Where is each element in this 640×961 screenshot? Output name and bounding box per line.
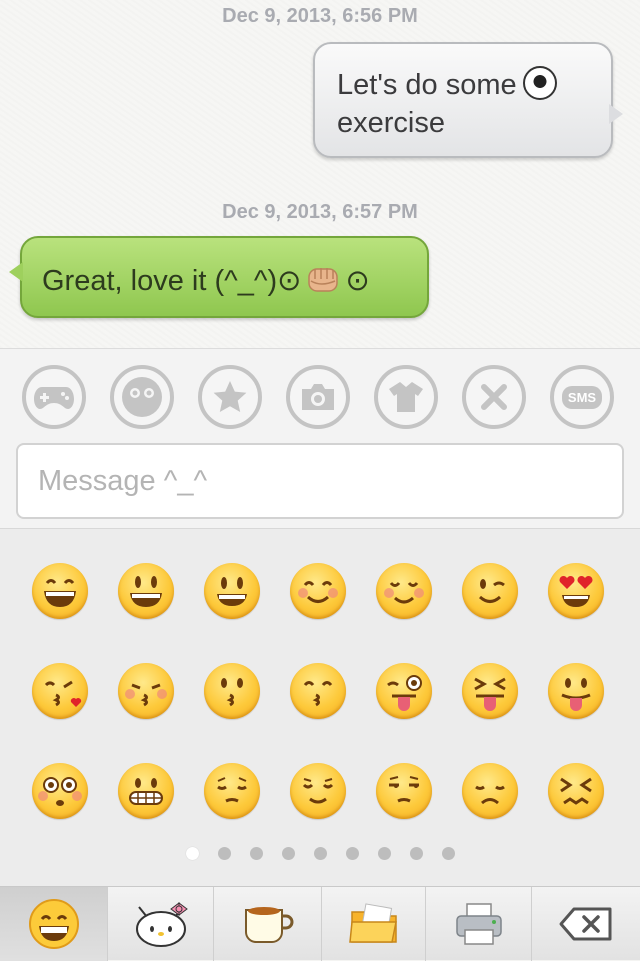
pensive-face-icon[interactable] [204, 763, 260, 819]
message-timestamp: Dec 9, 2013, 6:57 PM [222, 201, 418, 223]
smiling-face-open-mouth-icon[interactable] [118, 563, 174, 619]
game-controller-button[interactable] [22, 365, 86, 429]
grimacing-face-icon[interactable] [118, 763, 174, 819]
raised-fist-icon [308, 268, 339, 292]
page-dot[interactable] [346, 847, 359, 860]
folder-icon [348, 903, 397, 943]
camera-icon [302, 384, 334, 410]
message-text: Great, love it (^_^) [42, 265, 278, 297]
kissing-smiling-eyes-icon[interactable] [290, 663, 346, 719]
message-text: Let's do some [337, 69, 517, 101]
flushed-face-icon[interactable] [32, 763, 88, 819]
winking-tongue-face-icon[interactable] [376, 663, 432, 719]
message-text: exercise [337, 107, 445, 139]
heart-eyes-face-icon[interactable] [548, 563, 604, 619]
backspace-key[interactable] [532, 887, 640, 961]
backspace-icon [559, 907, 612, 941]
tab-printer[interactable] [426, 887, 532, 961]
favorites-button[interactable] [198, 365, 262, 429]
tab-folder[interactable] [322, 887, 426, 961]
game-controller-icon [34, 387, 74, 409]
kissing-closed-eyes-icon[interactable] [118, 663, 174, 719]
soccer-ball-icon [522, 66, 557, 100]
theme-button[interactable] [374, 365, 438, 429]
page-indicator[interactable] [0, 847, 640, 861]
tab-objects[interactable] [214, 887, 322, 961]
emoji-category-tabbar [0, 886, 640, 961]
winking-face-icon[interactable] [462, 563, 518, 619]
tab-hello-kitty[interactable] [108, 887, 214, 961]
confounded-face-icon[interactable] [548, 763, 604, 819]
shirt-icon [389, 382, 423, 412]
action-toolbar: SMS [0, 348, 640, 528]
printer-icon [455, 903, 502, 945]
sms-icon: SMS [561, 385, 603, 409]
conversation-view[interactable]: Dec 9, 2013, 6:56 PM Let's do some exerc… [0, 0, 640, 348]
page-dot[interactable] [378, 847, 391, 860]
page-dot[interactable] [218, 847, 231, 860]
close-button[interactable] [462, 365, 526, 429]
message-input[interactable] [16, 443, 624, 519]
page-dot[interactable] [314, 847, 327, 860]
star-icon [213, 381, 247, 412]
kissing-face-icon[interactable] [204, 663, 260, 719]
sms-button[interactable]: SMS [550, 365, 614, 429]
incoming-message-bubble[interactable]: Great, love it (^_^)⊙ ⊙ [9, 236, 429, 318]
relieved-face-icon[interactable] [290, 763, 346, 819]
smiley-tab-icon [28, 899, 79, 949]
tab-smileys[interactable] [0, 887, 108, 961]
emoji-keyboard [0, 528, 640, 886]
page-dot[interactable] [442, 847, 455, 860]
page-dot-active[interactable] [186, 847, 199, 860]
message-text: ⊙ [277, 263, 302, 297]
page-dot[interactable] [410, 847, 423, 860]
face-icon [122, 377, 162, 417]
unamused-face-icon[interactable] [376, 763, 432, 819]
blushing-face-icon[interactable] [290, 563, 346, 619]
relaxed-face-icon[interactable] [376, 563, 432, 619]
page-dot[interactable] [250, 847, 263, 860]
outgoing-message-bubble[interactable]: Let's do some exercise [313, 42, 623, 158]
message-text: ⊙ [345, 263, 370, 297]
disappointed-face-icon[interactable] [462, 763, 518, 819]
close-icon [481, 384, 507, 410]
hello-kitty-icon [135, 902, 188, 947]
page-dot[interactable] [282, 847, 295, 860]
message-timestamp: Dec 9, 2013, 6:56 PM [222, 5, 418, 27]
grinning-face-icon[interactable] [32, 563, 88, 619]
camera-button[interactable] [286, 365, 350, 429]
squinting-tongue-face-icon[interactable] [462, 663, 518, 719]
sticker-button[interactable] [110, 365, 174, 429]
face-blowing-kiss-icon[interactable] [32, 663, 88, 719]
smiley-face-icon[interactable] [204, 563, 260, 619]
tongue-face-icon[interactable] [548, 663, 604, 719]
coffee-cup-icon [244, 907, 293, 943]
